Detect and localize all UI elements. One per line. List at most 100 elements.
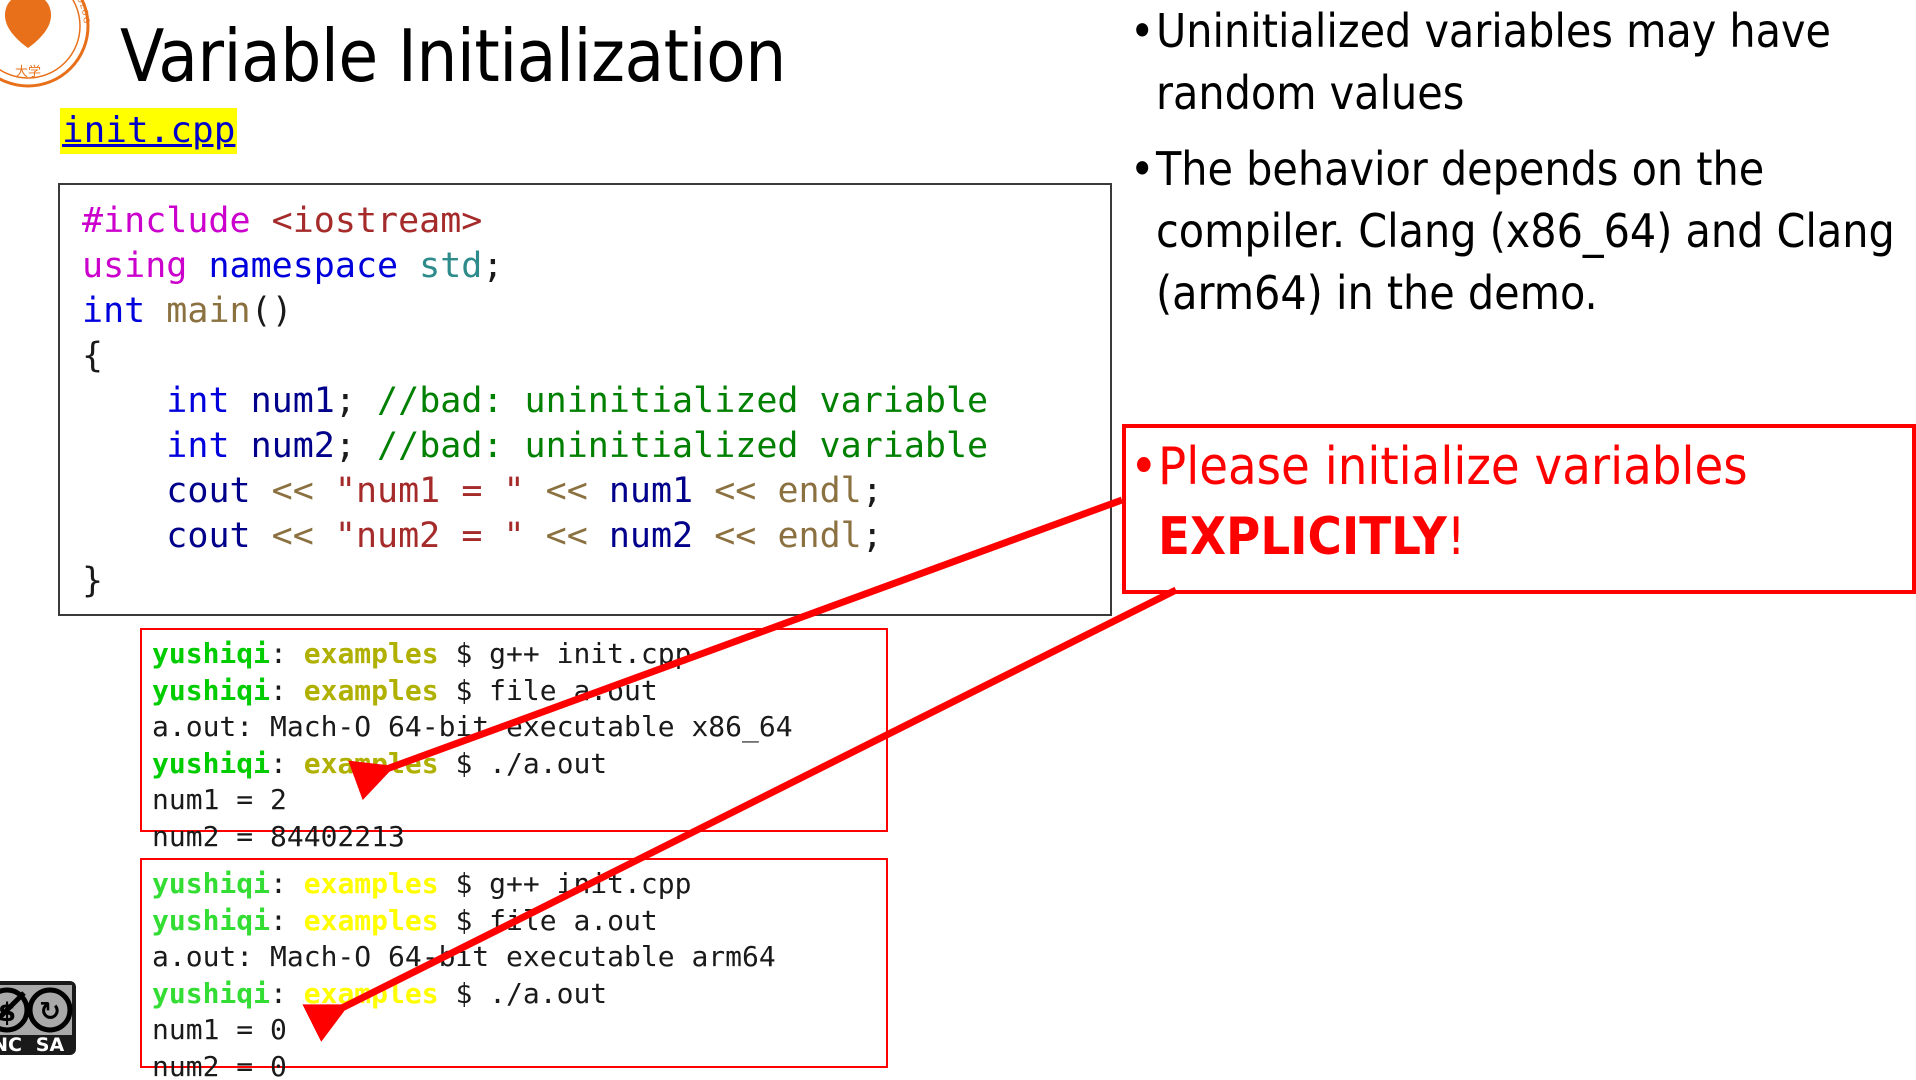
- university-logo: 大学 AND TECHNOLOGY: [0, 0, 98, 96]
- code-line: using namespace std;: [82, 244, 1110, 289]
- token: $ g++ init.cpp: [438, 637, 692, 670]
- terminal-line: a.out: Mach-O 64-bit executable x86_64: [152, 709, 886, 746]
- token: num1 = 2: [152, 783, 287, 816]
- code-line: }: [82, 559, 1110, 604]
- terminal-line: yushiqi: examples $ g++ init.cpp: [152, 866, 886, 903]
- bullet-text: Uninitialized variables may have random …: [1156, 4, 1831, 120]
- token: examples: [303, 673, 439, 707]
- token: cout: [166, 471, 251, 511]
- token: #include: [82, 201, 272, 241]
- terminal-line: num2 = 0: [152, 1049, 886, 1080]
- code-line: {: [82, 334, 1110, 379]
- warning-bullet-marker: •: [1130, 437, 1158, 497]
- warning-text: Please initialize variables EXPLICITLY!: [1158, 432, 1906, 572]
- token: int: [166, 426, 251, 466]
- token: num1 = 0: [152, 1013, 287, 1046]
- token: std: [419, 246, 483, 286]
- terminal-output-arm64: yushiqi: examples $ g++ init.cpp yushiqi:…: [140, 858, 888, 1080]
- token: main: [166, 291, 251, 331]
- token: num1: [608, 471, 694, 511]
- token: num2: [608, 516, 694, 556]
- token: endl: [777, 516, 862, 556]
- code-line: #include <iostream>: [82, 199, 1110, 244]
- terminal-line: num2 = 84402213: [152, 819, 886, 856]
- token: {: [82, 336, 104, 376]
- terminal-output-x86-64: yushiqi: examples $ g++ init.cpp yushiqi:…: [140, 628, 888, 853]
- token: num2 = 0: [152, 1049, 287, 1080]
- code-block: #include <iostream> using namespace std; i…: [58, 183, 1112, 616]
- token: $ ./a.out: [438, 976, 608, 1010]
- token: a.out: Mach-O 64-bit executable arm64: [152, 940, 776, 973]
- token: examples: [303, 637, 439, 670]
- token: num1: [250, 381, 335, 421]
- terminal-line: a.out: Mach-O 64-bit executable arm64: [152, 939, 886, 976]
- token: int: [166, 381, 251, 421]
- slide-title: Variable Initialization: [120, 14, 786, 98]
- token: <<: [693, 516, 778, 556]
- cc-label-sa: SA: [36, 1034, 65, 1056]
- token: yushiqi: [152, 673, 271, 707]
- token: ;: [334, 426, 378, 466]
- warning-emphasis: EXPLICITLY: [1158, 507, 1447, 567]
- code-line: int main(): [82, 289, 1110, 334]
- terminal-line: num1 = 2: [152, 782, 886, 819]
- token: int: [82, 291, 167, 331]
- token: examples: [303, 903, 439, 937]
- token: examples: [303, 867, 439, 900]
- token: endl: [777, 471, 862, 511]
- warning-box: • Please initialize variables EXPLICITLY…: [1122, 424, 1916, 594]
- init-cpp-link[interactable]: init.cpp: [60, 108, 238, 154]
- token: yushiqi: [152, 746, 271, 780]
- warning-text-after: !: [1446, 507, 1466, 567]
- svg-text:↻: ↻: [39, 997, 61, 1027]
- code-line: cout << "num1 = " << num1 << endl;: [82, 469, 1110, 514]
- bullet-text: The behavior depends on the compiler. Cl…: [1156, 142, 1895, 320]
- token: $ file a.out: [438, 673, 658, 707]
- token: :: [270, 867, 304, 900]
- cc-label-nc: NC: [0, 1034, 22, 1056]
- token: a.out: Mach-O 64-bit executable x86_64: [152, 710, 793, 743]
- list-item: • The behavior depends on the compiler. …: [1130, 138, 1916, 324]
- token: ;: [482, 246, 504, 286]
- token: yushiqi: [152, 637, 271, 670]
- token: :: [270, 673, 304, 707]
- terminal-line: num1 = 0: [152, 1012, 886, 1049]
- token: :: [270, 746, 304, 780]
- token: ;: [861, 516, 883, 556]
- token: num2: [250, 426, 335, 466]
- token: <<: [250, 516, 335, 556]
- token: <<: [250, 471, 335, 511]
- creative-commons-badge: c $ ↻ NC SA: [0, 963, 112, 1080]
- terminal-line: yushiqi: examples $ file a.out: [152, 673, 886, 710]
- token: :: [270, 976, 304, 1010]
- token: num2 = 84402213: [152, 819, 405, 853]
- token: yushiqi: [152, 976, 271, 1010]
- bullet-list: • Uninitialized variables may have rando…: [1130, 0, 1916, 338]
- token: <<: [693, 471, 778, 511]
- code-line: int num2; //bad: uninitialized variable: [82, 424, 1110, 469]
- token: using: [82, 246, 209, 286]
- token: //bad: uninitialized variable: [377, 381, 989, 421]
- terminal-line: yushiqi: examples $ ./a.out: [152, 976, 886, 1013]
- token: "num2 = ": [334, 516, 525, 556]
- token: :: [270, 637, 304, 670]
- bullet-marker: •: [1130, 142, 1155, 196]
- terminal-line: yushiqi: examples $ file a.out: [152, 903, 886, 940]
- code-line: int num1; //bad: uninitialized variable: [82, 379, 1110, 424]
- terminal-line: yushiqi: examples $ ./a.out: [152, 746, 886, 783]
- token: examples: [303, 746, 439, 780]
- token: <<: [524, 471, 609, 511]
- token: ;: [334, 381, 378, 421]
- token: <<: [524, 516, 609, 556]
- token: //bad: uninitialized variable: [377, 426, 989, 466]
- warning-text-before: Please initialize variables: [1158, 437, 1748, 497]
- token: (): [250, 291, 293, 331]
- token: $ ./a.out: [438, 746, 608, 780]
- code-line: cout << "num2 = " << num2 << endl;: [82, 514, 1110, 559]
- token: $ file a.out: [438, 903, 658, 937]
- token: :: [270, 903, 304, 937]
